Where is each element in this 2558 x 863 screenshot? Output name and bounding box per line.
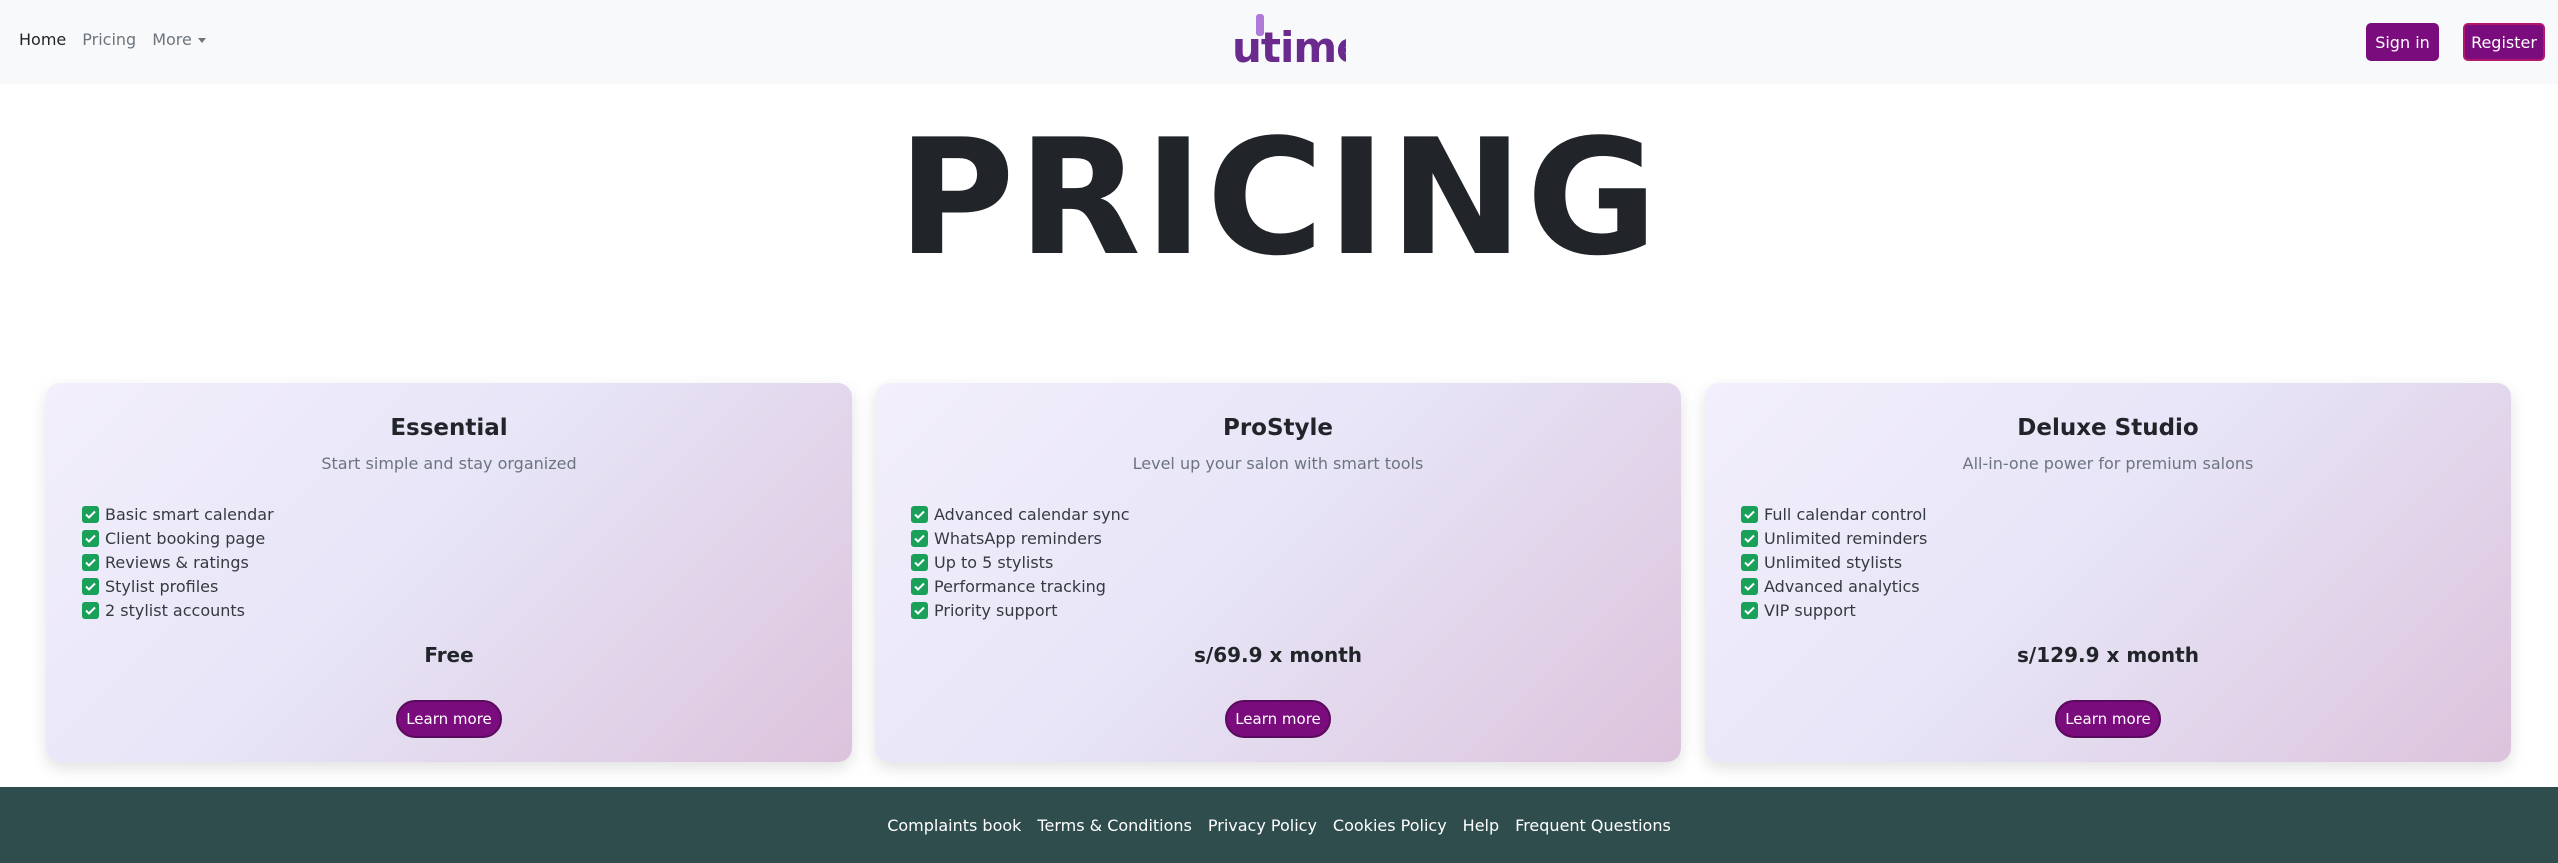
- feature-item: Priority support: [911, 598, 1130, 622]
- learn-more-button[interactable]: Learn more: [1225, 700, 1331, 738]
- feature-label: Basic smart calendar: [105, 504, 274, 524]
- feature-item: Basic smart calendar: [82, 502, 274, 526]
- feature-item: Unlimited stylists: [1741, 550, 1927, 574]
- feature-item: Unlimited reminders: [1741, 526, 1927, 550]
- feature-label: Advanced analytics: [1764, 576, 1920, 596]
- nav-more-label: More: [152, 30, 192, 49]
- check-icon: [82, 553, 99, 571]
- feature-label: Full calendar control: [1764, 504, 1927, 524]
- check-icon: [911, 553, 928, 571]
- feature-list: Basic smart calendar Client booking page…: [82, 502, 274, 622]
- plan-tagline: Start simple and stay organized: [321, 454, 577, 473]
- feature-label: Unlimited reminders: [1764, 528, 1928, 548]
- plan-name: Deluxe Studio: [2017, 415, 2199, 441]
- feature-item: Full calendar control: [1741, 502, 1927, 526]
- feature-label: Advanced calendar sync: [934, 504, 1130, 524]
- check-icon: [911, 577, 928, 595]
- plan-tagline: All-in-one power for premium salons: [1962, 454, 2254, 473]
- feature-label: Stylist profiles: [105, 576, 219, 596]
- feature-label: VIP support: [1764, 600, 1856, 620]
- nav-link-home[interactable]: Home: [19, 30, 66, 49]
- feature-item: Advanced analytics: [1741, 574, 1927, 598]
- learn-more-button[interactable]: Learn more: [2055, 700, 2161, 738]
- check-icon: [82, 601, 99, 619]
- check-icon: [911, 529, 928, 547]
- nav-link-pricing[interactable]: Pricing: [82, 30, 136, 49]
- feature-label: Performance tracking: [934, 576, 1106, 596]
- feature-item: VIP support: [1741, 598, 1927, 622]
- footer-link-help[interactable]: Help: [1463, 816, 1499, 835]
- footer-link-privacy[interactable]: Privacy Policy: [1208, 816, 1317, 835]
- check-icon: [1741, 553, 1758, 571]
- logo-accent: [1256, 14, 1264, 36]
- feature-item: 2 stylist accounts: [82, 598, 274, 622]
- feature-label: Client booking page: [105, 528, 266, 548]
- feature-list: Advanced calendar sync WhatsApp reminder…: [911, 502, 1130, 622]
- nav-links: Home Pricing More: [19, 30, 222, 49]
- plan-price: s/69.9 x month: [1194, 643, 1362, 667]
- feature-label: 2 stylist accounts: [105, 600, 246, 620]
- feature-item: Reviews & ratings: [82, 550, 274, 574]
- feature-item: Up to 5 stylists: [911, 550, 1130, 574]
- page-title: PRICING: [897, 104, 1661, 291]
- feature-label: Up to 5 stylists: [934, 552, 1054, 572]
- learn-more-button[interactable]: Learn more: [396, 700, 502, 738]
- logo-text: utime: [1232, 23, 1346, 72]
- logo-image: utime: [1232, 14, 1346, 72]
- feature-item: Performance tracking: [911, 574, 1130, 598]
- plan-price: s/129.9 x month: [2017, 643, 2199, 667]
- navbar: Home Pricing More utime Sign in Register: [0, 0, 2558, 84]
- feature-list: Full calendar control Unlimited reminder…: [1741, 502, 1927, 622]
- pricing-card-prostyle: ProStyle Level up your salon with smart …: [875, 383, 1681, 762]
- feature-item: Client booking page: [82, 526, 274, 550]
- plan-name: Essential: [390, 415, 508, 441]
- feature-item: WhatsApp reminders: [911, 526, 1130, 550]
- nav-dropdown-more[interactable]: More: [152, 30, 206, 49]
- check-icon: [1741, 601, 1758, 619]
- footer-link-faq[interactable]: Frequent Questions: [1515, 816, 1671, 835]
- plan-name: ProStyle: [1222, 415, 1334, 441]
- feature-label: WhatsApp reminders: [934, 528, 1102, 548]
- pricing-card-deluxe-studio: Deluxe Studio All-in-one power for premi…: [1705, 383, 2511, 762]
- footer-link-complaints-book[interactable]: Complaints book: [887, 816, 1021, 835]
- check-icon: [911, 505, 928, 523]
- check-icon: [1741, 505, 1758, 523]
- feature-label: Reviews & ratings: [105, 552, 249, 572]
- feature-item: Advanced calendar sync: [911, 502, 1130, 526]
- footer: Complaints book Terms & Conditions Priva…: [0, 787, 2558, 863]
- check-icon: [82, 505, 99, 523]
- check-icon: [82, 577, 99, 595]
- check-icon: [1741, 529, 1758, 547]
- sign-in-button[interactable]: Sign in: [2366, 23, 2439, 61]
- pricing-card-essential: Essential Start simple and stay organize…: [46, 383, 852, 762]
- check-icon: [911, 601, 928, 619]
- check-icon: [1741, 577, 1758, 595]
- feature-item: Stylist profiles: [82, 574, 274, 598]
- plan-tagline: Level up your salon with smart tools: [1132, 454, 1424, 473]
- register-button[interactable]: Register: [2463, 23, 2545, 61]
- footer-link-terms[interactable]: Terms & Conditions: [1037, 816, 1191, 835]
- brand-logo[interactable]: utime: [1230, 12, 1346, 72]
- feature-label: Unlimited stylists: [1764, 552, 1903, 572]
- feature-label: Priority support: [934, 600, 1058, 620]
- footer-link-cookies[interactable]: Cookies Policy: [1333, 816, 1447, 835]
- check-icon: [82, 529, 99, 547]
- plan-price: Free: [424, 643, 474, 667]
- caret-down-icon: [197, 38, 206, 43]
